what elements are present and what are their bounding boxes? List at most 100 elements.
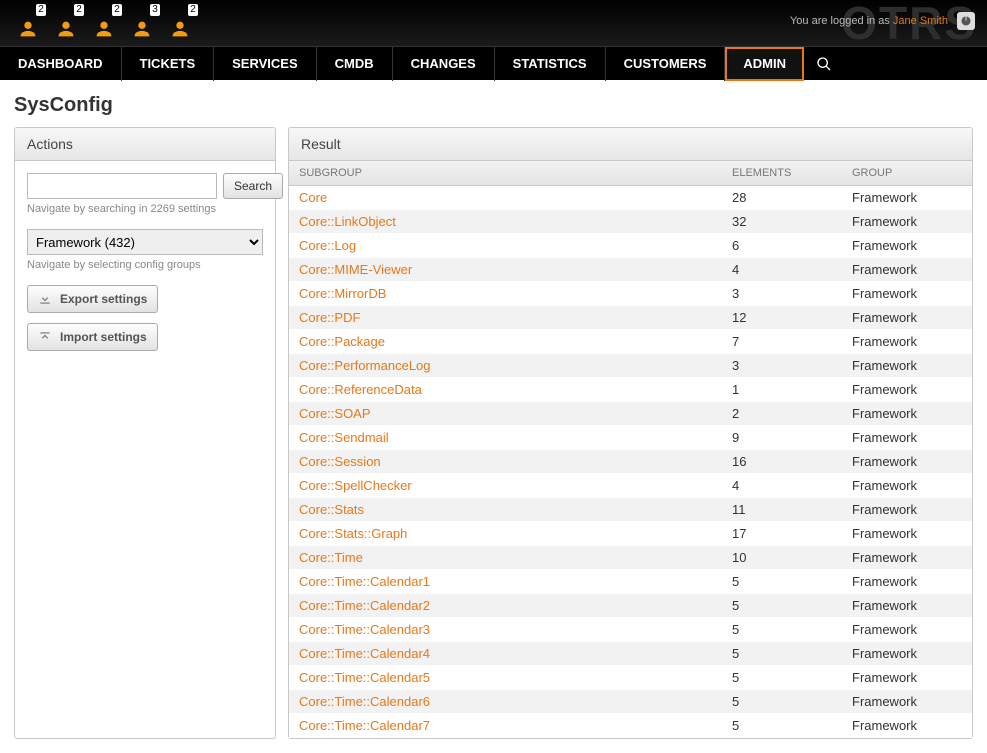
search-hint: Navigate by searching in 2269 settings xyxy=(27,203,263,215)
table-row: Core28Framework xyxy=(289,186,972,210)
group-cell: Framework xyxy=(842,570,972,594)
table-row: Core::LinkObject 32Framework xyxy=(289,210,972,234)
subgroup-link[interactable]: Core::SpellChecker xyxy=(299,478,412,493)
group-cell: Framework xyxy=(842,330,972,354)
subgroup-link[interactable]: Core::Log xyxy=(299,238,356,253)
nav-item-changes[interactable]: CHANGES xyxy=(393,47,495,81)
group-cell: Framework xyxy=(842,546,972,570)
subgroup-link[interactable]: Core::PerformanceLog xyxy=(299,358,431,373)
toolbar-badge: 3 xyxy=(150,4,160,16)
table-row: Core::Log 6Framework xyxy=(289,234,972,258)
import-settings-button[interactable]: Import settings xyxy=(27,323,158,351)
elements-cell: 1 xyxy=(722,378,842,402)
settings-search-input[interactable] xyxy=(27,173,217,199)
group-cell: Framework xyxy=(842,594,972,618)
top-bar: OTRS You are logged in as Jane Smith 222… xyxy=(0,0,987,46)
elements-cell: 2 xyxy=(722,402,842,426)
subgroup-link[interactable]: Core::Stats::Graph xyxy=(299,526,407,541)
subgroup-link[interactable]: Core::Sendmail xyxy=(299,430,389,445)
nav-item-dashboard[interactable]: DASHBOARD xyxy=(0,47,122,81)
nav-item-admin[interactable]: ADMIN xyxy=(725,47,804,81)
group-cell: Framework xyxy=(842,642,972,666)
subgroup-link[interactable]: Core::Time::Calendar3 xyxy=(299,622,430,637)
nav-item-customers[interactable]: CUSTOMERS xyxy=(606,47,726,81)
nav-item-cmdb[interactable]: CMDB xyxy=(317,47,393,81)
subgroup-link[interactable]: Core::Stats xyxy=(299,502,364,517)
elements-cell: 32 xyxy=(722,210,842,234)
elements-cell: 10 xyxy=(722,546,842,570)
elements-cell: 5 xyxy=(722,618,842,642)
subgroup-link[interactable]: Core::Time::Calendar4 xyxy=(299,646,430,661)
group-cell: Framework xyxy=(842,666,972,690)
elements-cell: 3 xyxy=(722,354,842,378)
toolbar-icon-3[interactable]: 3 xyxy=(128,6,156,40)
config-group-select[interactable]: Framework (432) xyxy=(27,229,263,255)
group-cell: Framework xyxy=(842,378,972,402)
nav-item-services[interactable]: SERVICES xyxy=(214,47,317,81)
subgroup-link[interactable]: Core::Time::Calendar1 xyxy=(299,574,430,589)
logout-button[interactable] xyxy=(957,12,975,30)
toolbar-badge: 2 xyxy=(112,4,122,16)
nav-item-statistics[interactable]: STATISTICS xyxy=(495,47,606,81)
search-button[interactable]: Search xyxy=(223,173,283,199)
group-cell: Framework xyxy=(842,234,972,258)
subgroup-link[interactable]: Core::SOAP xyxy=(299,406,371,421)
main-nav: DASHBOARDTICKETSSERVICESCMDBCHANGESSTATI… xyxy=(0,46,987,80)
elements-cell: 28 xyxy=(722,186,842,210)
toolbar-icon-0[interactable]: 2 xyxy=(14,6,42,40)
toolbar-icon-4[interactable]: 2 xyxy=(166,6,194,40)
subgroup-link[interactable]: Core::Time::Calendar2 xyxy=(299,598,430,613)
export-settings-button[interactable]: Export settings xyxy=(27,285,158,313)
table-row: Core::Time::Calendar15Framework xyxy=(289,570,972,594)
elements-cell: 4 xyxy=(722,258,842,282)
download-icon xyxy=(38,292,52,306)
subgroup-link[interactable]: Core::Package xyxy=(299,334,385,349)
group-cell: Framework xyxy=(842,426,972,450)
group-cell: Framework xyxy=(842,618,972,642)
group-cell: Framework xyxy=(842,210,972,234)
elements-cell: 5 xyxy=(722,642,842,666)
nav-item-tickets[interactable]: TICKETS xyxy=(122,47,215,81)
toolbar-badge: 2 xyxy=(188,4,198,16)
toolbar-icon-1[interactable]: 2 xyxy=(52,6,80,40)
subgroup-link[interactable]: Core xyxy=(299,190,327,205)
table-row: Core::Time::Calendar55Framework xyxy=(289,666,972,690)
group-cell: Framework xyxy=(842,282,972,306)
result-table: SUBGROUP ELEMENTS GROUP Core28FrameworkC… xyxy=(289,161,972,738)
nav-search-icon[interactable] xyxy=(804,47,844,80)
subgroup-link[interactable]: Core::MirrorDB xyxy=(299,286,386,301)
subgroup-link[interactable]: Core::ReferenceData xyxy=(299,382,422,397)
table-row: Core::SpellChecker4Framework xyxy=(289,474,972,498)
table-row: Core::MirrorDB3Framework xyxy=(289,282,972,306)
subgroup-link[interactable]: Core::Time::Calendar7 xyxy=(299,718,430,733)
subgroup-link[interactable]: Core::Time::Calendar6 xyxy=(299,694,430,709)
login-info: You are logged in as Jane Smith xyxy=(790,12,975,30)
table-row: Core::Sendmail9Framework xyxy=(289,426,972,450)
username[interactable]: Jane Smith xyxy=(893,15,948,27)
upload-icon xyxy=(38,330,52,344)
col-elements[interactable]: ELEMENTS xyxy=(722,161,842,186)
elements-cell: 5 xyxy=(722,594,842,618)
subgroup-link[interactable]: Core::MIME-Viewer xyxy=(299,262,412,277)
subgroup-link[interactable]: Core::Session xyxy=(299,454,381,469)
elements-cell: 4 xyxy=(722,474,842,498)
subgroup-link[interactable]: Core::PDF xyxy=(299,310,360,325)
col-group[interactable]: GROUP xyxy=(842,161,972,186)
toolbar-icon-2[interactable]: 2 xyxy=(90,6,118,40)
col-subgroup[interactable]: SUBGROUP xyxy=(289,161,722,186)
table-row: Core::PDF12Framework xyxy=(289,306,972,330)
group-cell: Framework xyxy=(842,402,972,426)
table-row: Core::Stats::Graph17Framework xyxy=(289,522,972,546)
elements-cell: 17 xyxy=(722,522,842,546)
table-row: Core::Stats11Framework xyxy=(289,498,972,522)
table-row: Core::Package 7Framework xyxy=(289,330,972,354)
export-label: Export settings xyxy=(60,292,147,306)
elements-cell: 6 xyxy=(722,234,842,258)
actions-heading: Actions xyxy=(15,128,275,161)
elements-cell: 7 xyxy=(722,330,842,354)
subgroup-link[interactable]: Core::LinkObject xyxy=(299,214,396,229)
subgroup-link[interactable]: Core::Time::Calendar5 xyxy=(299,670,430,685)
group-cell: Framework xyxy=(842,690,972,714)
subgroup-link[interactable]: Core::Time xyxy=(299,550,363,565)
table-row: Core::SOAP 2Framework xyxy=(289,402,972,426)
